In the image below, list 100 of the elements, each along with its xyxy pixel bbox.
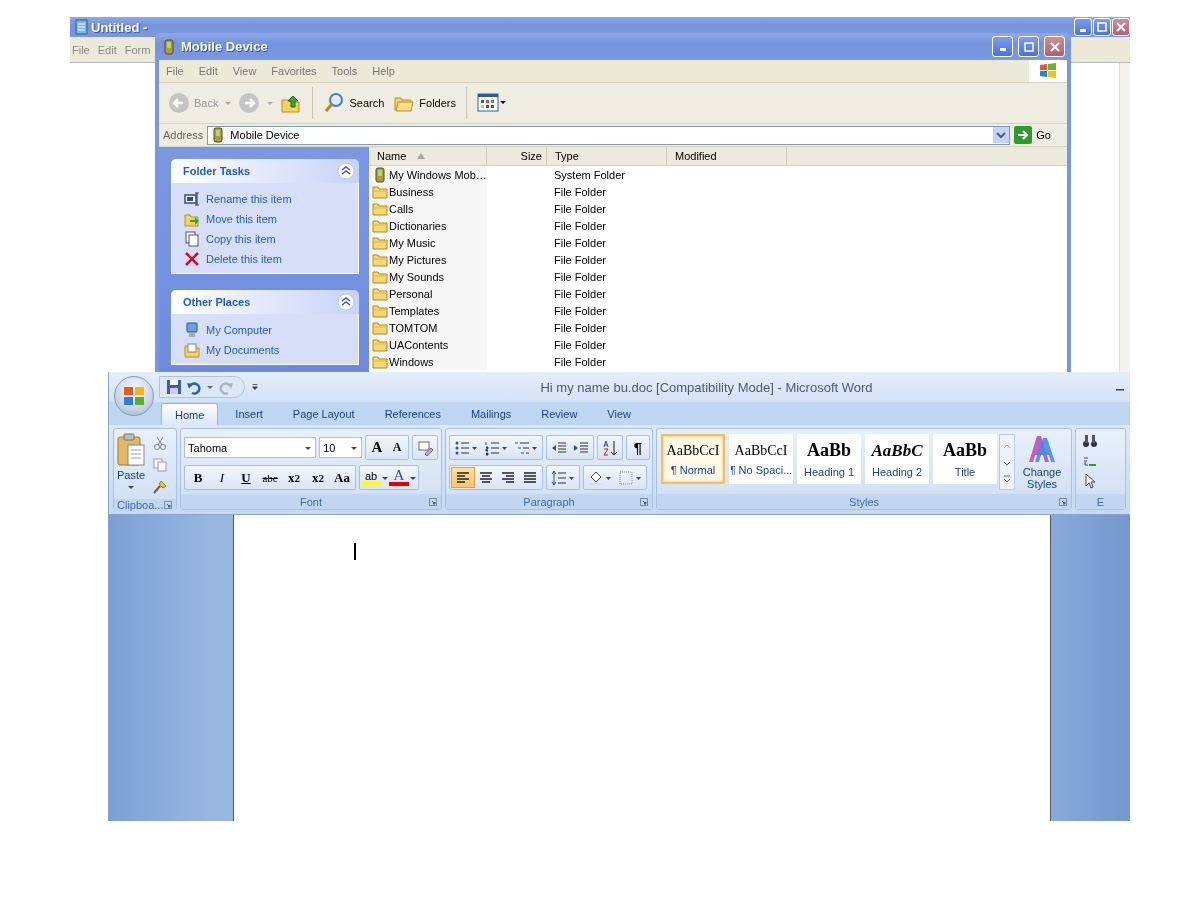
format-button[interactable]: Aa [330,467,355,488]
borders-icon [618,469,643,486]
window-title: Hi my name bu.doc [Compatibility Mode] - Microsoft Word [539,379,874,395]
folder-icon [372,217,388,234]
eraser-icon [417,439,434,456]
task-link[interactable]: Move this item [206,213,277,225]
column-header[interactable]: Type [547,147,667,165]
file-name-cell[interactable]: Dictionaries [369,217,487,234]
collapse-chevron-icon[interactable] [337,162,355,180]
file-type-cell-text: File Folder [553,185,606,198]
ribbon-tab[interactable]: Mailings [457,403,525,425]
menu-item[interactable]: File [166,65,184,77]
menu-item[interactable]: Help [372,65,395,77]
change-styles-button[interactable]: Change Styles [1017,434,1068,490]
folders-button[interactable]: Folders [390,90,459,116]
style-tile[interactable]: AaBb Title [933,434,998,484]
font-color-button[interactable]: A [389,469,410,486]
menu-item[interactable]: Favorites [271,65,317,77]
folder-icon [372,251,388,268]
dialog-launcher-icon[interactable] [429,497,438,506]
format-painter-icon[interactable] [152,479,168,495]
show-formatting-button[interactable]: ¶ [628,437,649,458]
scrollbar[interactable] [1119,63,1130,372]
maximize-button[interactable] [1093,18,1111,36]
file-name-cell[interactable]: UAContents [369,336,487,353]
close-button[interactable] [1112,18,1130,36]
group-label: Font [300,495,323,508]
binoculars-icon[interactable] [1082,433,1099,449]
task-link[interactable]: Rename this item [206,193,292,205]
task-link[interactable]: Delete this item [206,253,282,265]
font-name-field[interactable]: Tahoma [184,437,317,458]
ribbon-tab[interactable]: Page Layout [279,403,368,425]
undo-icon[interactable] [186,379,202,395]
maximize-button[interactable] [1018,36,1039,57]
address-field[interactable]: Mobile Device [207,125,1011,145]
file-name-cell[interactable]: TOMTOM [369,319,487,336]
font-size-field[interactable]: 10 [319,437,363,458]
dialog-launcher-icon[interactable] [164,501,173,509]
ribbon-tab[interactable]: Insert [222,403,276,425]
minimize-button[interactable] [1074,18,1092,36]
dropdown-arrow-icon [127,483,135,491]
search-icon [323,92,346,114]
task-link[interactable]: Copy this item [206,233,276,245]
letter-a-icon [1027,434,1058,464]
file-type-cell-text: File Folder [553,236,606,249]
task-link[interactable]: My Computer [206,324,273,336]
file-name-cell[interactable]: My Windows Mob… [369,166,487,183]
close-icon [1116,22,1126,32]
task-link[interactable]: My Documents [206,344,280,356]
highlight-button[interactable]: ab [361,469,382,486]
menu-item[interactable]: Edit [198,65,218,77]
format-button[interactable]: B [186,467,211,488]
column-header[interactable]: Size [487,147,547,165]
ribbon-tab[interactable]: View [594,403,644,425]
line-spacing-icon [551,469,576,486]
cut-icon[interactable] [152,435,168,451]
format-button[interactable]: I [210,467,235,488]
align-button[interactable] [451,467,476,488]
style-tile[interactable]: AaBbCcI ¶ Normal [661,434,726,484]
paste-button[interactable]: Paste [116,433,146,491]
file-name-cell[interactable]: My Sounds [369,268,487,285]
file-name-cell[interactable]: Templates [369,302,487,319]
format-button[interactable]: abc [258,467,283,488]
sort-icon [602,439,619,456]
go-button[interactable]: Go [1014,126,1063,144]
minimize-icon [999,48,1006,51]
ribbon-tab[interactable]: References [371,403,454,425]
customize-toolbar-icon[interactable] [251,383,259,391]
minimize-button[interactable] [992,36,1013,57]
style-tile[interactable]: AaBbC Heading 2 [865,434,930,484]
dialog-launcher-icon[interactable] [1059,497,1068,506]
file-type-cell-text: System Folder [553,168,625,181]
shrink-font-button[interactable]: A [387,437,408,458]
column-header[interactable]: Name [369,147,487,165]
style-tile[interactable]: AaBb Heading 1 [797,434,862,484]
file-name-cell[interactable]: Calls [369,200,487,217]
menu-item[interactable]: View [232,65,257,77]
dialog-launcher-icon[interactable] [640,497,649,506]
collapse-chevron-icon[interactable] [337,293,355,311]
file-name-cell[interactable]: Business [369,183,487,200]
delete-icon [184,251,200,267]
computer-icon [184,322,200,338]
grow-font-button[interactable]: A [367,437,388,458]
file-name-cell[interactable]: My Music [369,234,487,251]
save-icon[interactable] [166,379,182,395]
multilevel-list-icon [514,439,539,456]
close-button[interactable] [1044,36,1065,57]
column-header[interactable]: Modified [667,147,787,165]
file-name-cell[interactable]: My Pictures [369,251,487,268]
file-type-cell-text: File Folder [553,270,606,283]
folder-icon [372,285,388,302]
search-button[interactable]: Search [320,90,388,116]
ribbon-tab[interactable]: Review [528,403,591,425]
ribbon-tab[interactable]: Home [161,403,219,425]
format-button[interactable]: U [234,467,259,488]
file-name-cell[interactable]: Personal [369,285,487,302]
menu-item[interactable]: Tools [331,65,358,77]
dropdown-arrow-icon[interactable] [206,383,214,391]
panel-title: Folder Tasks [183,165,252,177]
file-name-cell[interactable]: Windows [369,353,487,370]
